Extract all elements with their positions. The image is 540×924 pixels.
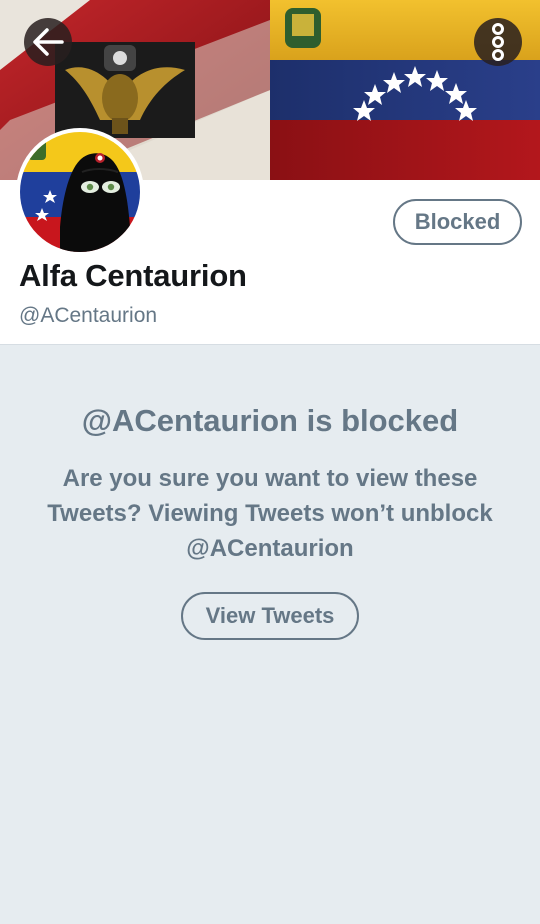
blocked-notice: @ACentaurion is blocked Are you sure you… <box>0 345 540 640</box>
more-options-button[interactable] <box>474 18 522 66</box>
display-name: Alfa Centaurion <box>19 258 247 293</box>
arrow-left-icon <box>31 25 65 59</box>
blocked-notice-body: Are you sure you want to view these Twee… <box>47 465 493 562</box>
blocked-notice-title: @ACentaurion is blocked <box>81 403 459 438</box>
avatar[interactable] <box>16 128 144 256</box>
back-button[interactable] <box>24 18 72 66</box>
view-tweets-button[interactable]: View Tweets <box>181 592 359 640</box>
blocked-button[interactable]: Blocked <box>393 199 522 245</box>
user-handle: @ACentaurion <box>19 304 158 327</box>
vertical-dots-icon <box>488 22 508 62</box>
